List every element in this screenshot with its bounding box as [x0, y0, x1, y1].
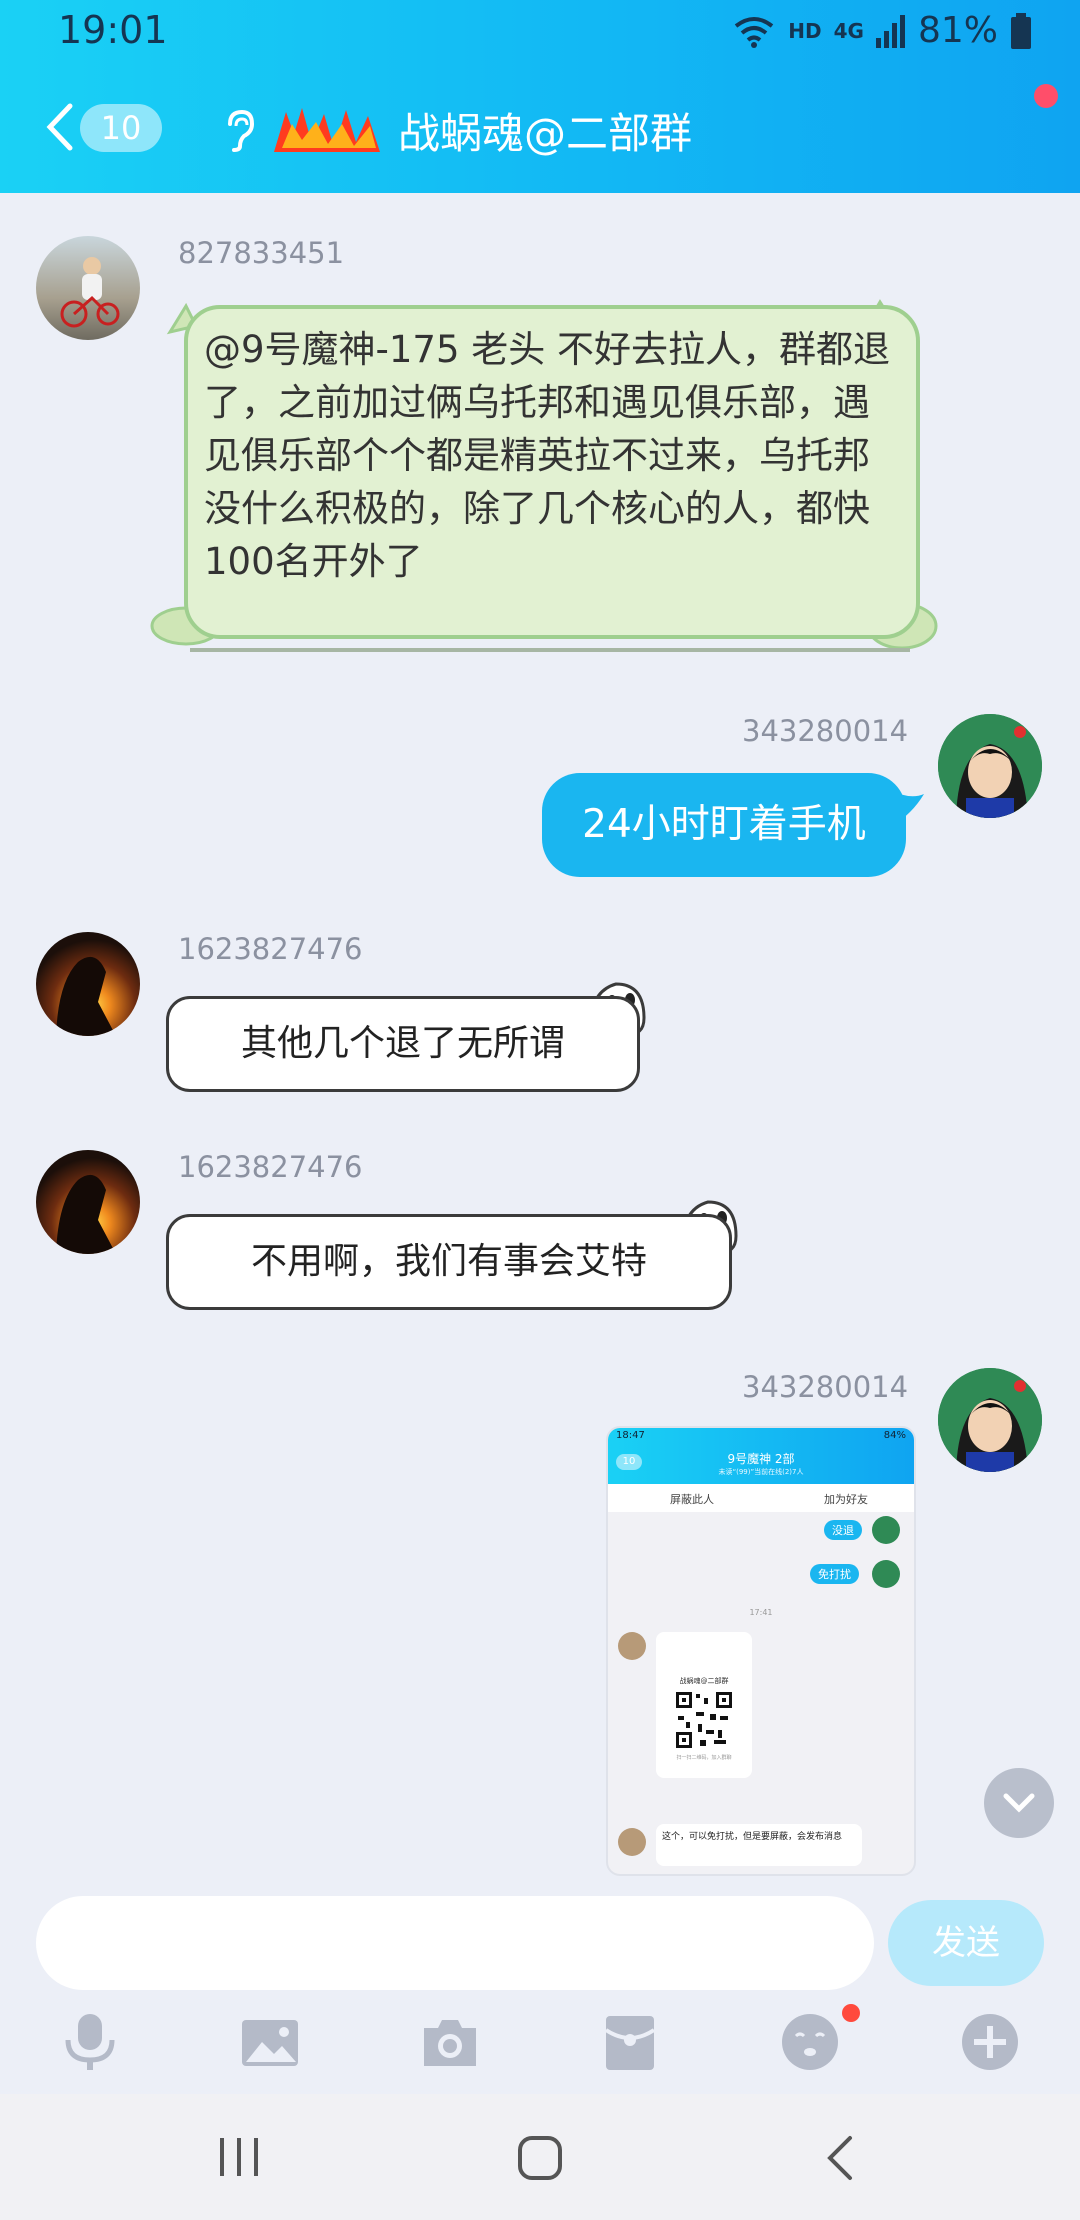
shot-battery: 84%: [883, 1430, 906, 1441]
notification-dot: [842, 2004, 860, 2022]
shot-time: 18:47: [616, 1430, 645, 1441]
image-message[interactable]: 18:47 84% 10 9号魔神 2部 未读“(99)”当前在线(2)7人 屏…: [606, 1426, 916, 1876]
shot-qr-title: 战蜗魂@二部群: [679, 1677, 729, 1685]
avatar-image: [938, 714, 1042, 818]
battery-percent: 81%: [917, 10, 998, 51]
chat-header: 19:01 HD 4G 81% 10 战蜗魂@二部群: [0, 0, 1080, 193]
qr-code: [674, 1690, 734, 1750]
shot-avatar: [618, 1632, 646, 1660]
signal-icon: [875, 14, 905, 48]
avatar[interactable]: [36, 1150, 140, 1254]
wifi-icon: [735, 16, 774, 48]
chat-title: 战蜗魂@二部群: [398, 108, 693, 158]
shot-block: 屏蔽此人: [670, 1493, 714, 1506]
shot-header: 18:47 84% 10 9号魔神 2部 未读“(99)”当前在线(2)7人: [608, 1428, 914, 1484]
plus-icon[interactable]: [958, 2010, 1022, 2074]
home-icon[interactable]: [516, 2134, 564, 2182]
shot-title: 9号魔神 2部: [727, 1452, 795, 1466]
status-time: 19:01: [58, 8, 168, 52]
shot-subtitle: 未读“(99)”当前在线(2)7人: [718, 1468, 804, 1476]
status-icons: HD 4G 81%: [732, 10, 1032, 51]
shot-qr-card: 战蜗魂@二部群 扫一扫二维码，加入群聊: [656, 1632, 752, 1778]
message-bubble[interactable]: 24小时盯着手机: [542, 773, 906, 877]
group-logo: [274, 108, 380, 152]
shot-actions: 屏蔽此人 加为好友: [608, 1484, 914, 1512]
shot-add: 加为好友: [824, 1493, 868, 1506]
shot-msg: 免打扰: [810, 1564, 859, 1584]
message-bubble[interactable]: @9号魔神-175 老头 不好去拉人，群都退了，之前加过俩乌托邦和遇见俱乐部，遇…: [184, 305, 920, 639]
shot-time-sep: 17:41: [749, 1608, 773, 1617]
avatar-image: [56, 1174, 116, 1254]
back-icon[interactable]: [822, 2134, 858, 2182]
emoji-icon[interactable]: [778, 2010, 842, 2074]
camera-icon[interactable]: [418, 2010, 482, 2074]
shot-avatar: [872, 1516, 900, 1544]
mic-icon[interactable]: [58, 2010, 122, 2074]
shot-avatar: [618, 1828, 646, 1856]
avatar-image: [938, 1368, 1042, 1472]
sender-id: 343280014: [742, 714, 909, 748]
chevron-down-icon: [1003, 1793, 1035, 1813]
send-button[interactable]: 发送: [888, 1900, 1044, 1986]
message-bubble[interactable]: 其他几个退了无所谓: [166, 996, 640, 1092]
ear-icon: [228, 109, 255, 152]
recent-apps-icon[interactable]: [214, 2134, 264, 2180]
avatar[interactable]: [36, 932, 140, 1036]
scroll-to-bottom-button[interactable]: [984, 1768, 1054, 1838]
notification-dot: [1034, 84, 1058, 108]
title-row[interactable]: 战蜗魂@二部群: [222, 98, 692, 162]
shot-avatar: [872, 1560, 900, 1588]
avatar-image: [60, 257, 120, 328]
back-button[interactable]: [42, 102, 78, 152]
sender-id: 343280014: [742, 1370, 909, 1404]
shot-qr-caption: 扫一扫二维码，加入群聊: [676, 1755, 732, 1761]
avatar[interactable]: [938, 714, 1042, 818]
sender-id: 1623827476: [178, 1150, 363, 1184]
shot-bottom-msg: 这个，可以免打扰，但是要屏蔽，会发布消息: [656, 1824, 862, 1866]
network-label: HD: [788, 18, 822, 43]
signal-label: 4G: [833, 18, 864, 43]
sender-id: 1623827476: [178, 932, 363, 966]
avatar[interactable]: [938, 1368, 1042, 1472]
system-nav-bar: [0, 2094, 1080, 2220]
shot-msg: 没退: [824, 1520, 862, 1540]
image-icon[interactable]: [238, 2010, 302, 2074]
battery-icon: [1011, 12, 1031, 49]
message-input[interactable]: [36, 1896, 874, 1990]
avatar[interactable]: [36, 236, 140, 340]
message-bubble[interactable]: 不用啊，我们有事会艾特: [166, 1214, 732, 1310]
sender-id: 827833451: [178, 236, 345, 270]
red-packet-icon[interactable]: [598, 2010, 662, 2074]
unread-count-badge[interactable]: 10: [80, 104, 162, 152]
avatar-image: [56, 956, 116, 1036]
